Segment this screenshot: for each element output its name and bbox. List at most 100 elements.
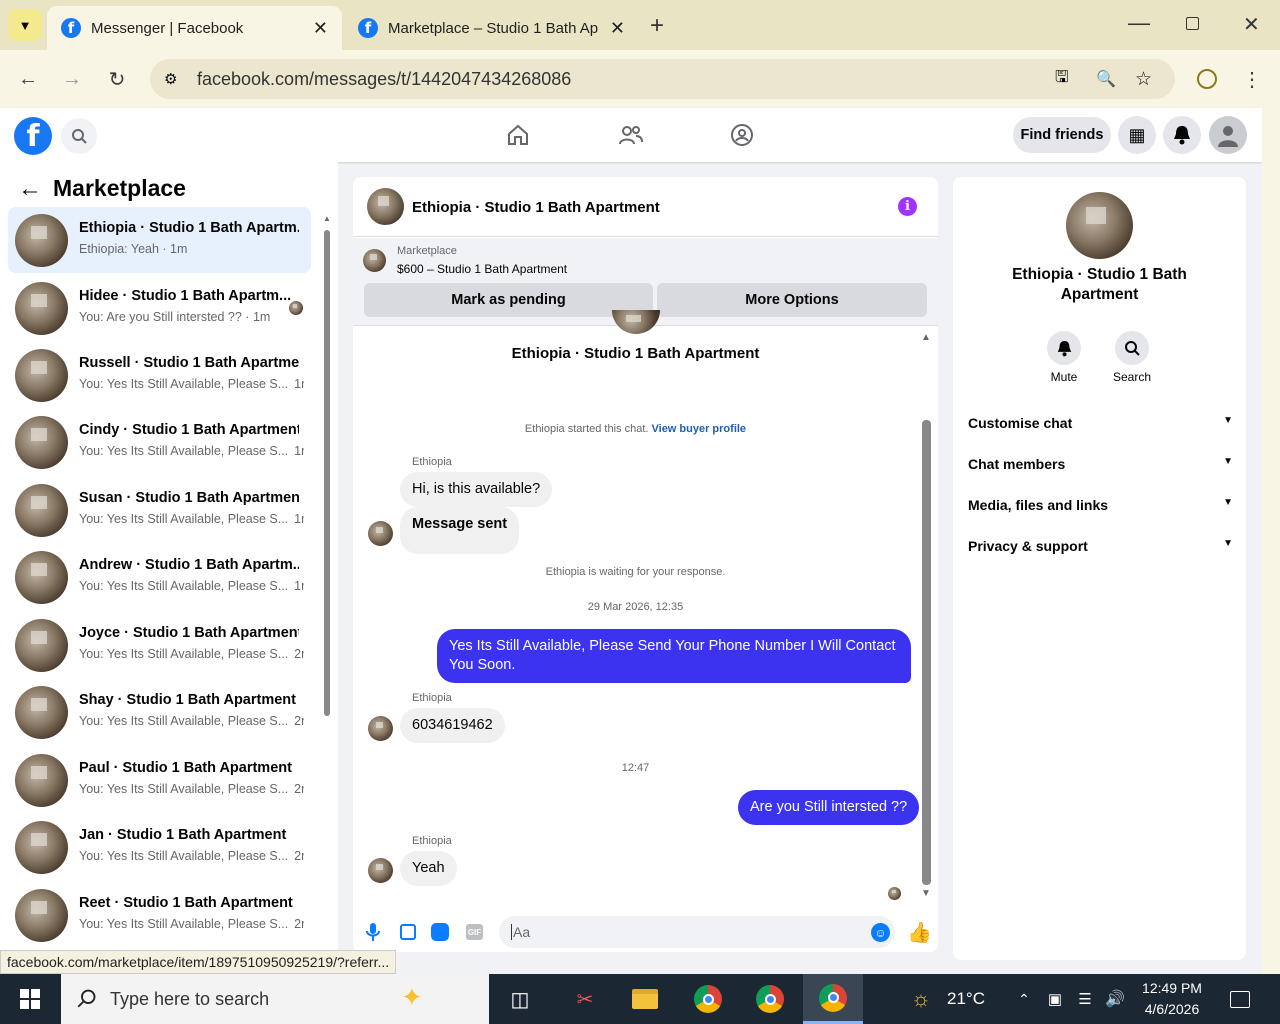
conversation-preview: You: Yes Its Still Available, Please S..… <box>79 444 304 458</box>
start-button[interactable] <box>0 974 60 1024</box>
conversation-preview-text: You: Yes Its Still Available, Please S..… <box>79 377 289 391</box>
conversation-item[interactable]: Reet · Studio 1 Bath Apartment You: Yes I… <box>8 882 311 948</box>
zoom-icon[interactable]: 🔍 <box>1096 69 1116 89</box>
back-arrow-icon[interactable]: ← <box>18 175 42 203</box>
weather-temperature[interactable]: 21°C <box>940 974 992 1024</box>
chrome-icon[interactable] <box>685 974 731 1024</box>
conversation-item[interactable]: Susan · Studio 1 Bath Apartment You: Yes … <box>8 477 311 543</box>
conversation-name: Reet · Studio 1 Bath Apartment <box>79 895 293 911</box>
tab-messenger[interactable]: f Messenger | Facebook ✕ <box>47 6 342 50</box>
chat-scrollbar[interactable]: ▲ ▼ <box>920 332 934 902</box>
home-icon[interactable] <box>506 123 530 147</box>
hidden-icons-chevron-icon[interactable]: ⌃ <box>1013 974 1035 1024</box>
windows-taskbar: Type here to search ✦ ◫ ✂ ☼ 21°C ⌃ ▣ ☰ 🔊… <box>0 974 1280 1024</box>
chrome-profile-icon[interactable] <box>747 974 793 1024</box>
meet-now-icon[interactable]: ▣ <box>1043 974 1067 1024</box>
listing-title[interactable]: $600 – Studio 1 Bath Apartment <box>397 262 567 276</box>
profile-icon[interactable] <box>1190 62 1224 96</box>
friends-icon[interactable] <box>618 123 644 147</box>
find-friends-button[interactable]: Find friends <box>1013 117 1111 153</box>
snipping-tool-icon[interactable]: ✂ <box>562 974 608 1024</box>
browser-menu-icon[interactable]: ⋮ <box>1235 62 1269 96</box>
mark-as-pending-button[interactable]: Mark as pending <box>364 283 653 317</box>
gif-icon[interactable]: GIF <box>466 924 483 940</box>
section-chat-members[interactable]: Chat members ▼ <box>968 456 1233 472</box>
close-tab-icon[interactable]: ✕ <box>313 18 328 39</box>
listing-thumbnail[interactable] <box>363 249 386 272</box>
notifications-bell-icon[interactable] <box>1163 116 1201 154</box>
search-icon[interactable] <box>61 118 97 154</box>
forward-button[interactable]: → <box>55 62 89 96</box>
message-input[interactable]: Aa ☺ <box>499 916 895 948</box>
conversation-preview: Ethiopia: Yeah · 1m <box>79 242 304 256</box>
volume-icon[interactable]: 🔊 <box>1102 974 1128 1024</box>
install-app-icon[interactable]: 🖫 <box>1055 66 1069 93</box>
tab-marketplace[interactable]: f Marketplace – Studio 1 Bath Ap ✕ <box>344 6 639 50</box>
microphone-icon[interactable] <box>366 923 380 941</box>
new-tab-button[interactable]: + <box>650 12 664 40</box>
groups-icon[interactable] <box>730 123 754 147</box>
file-explorer-icon[interactable] <box>622 974 668 1024</box>
sticker-icon[interactable] <box>431 923 449 941</box>
info-icon[interactable]: i <box>898 197 917 216</box>
close-window-button[interactable]: ✕ <box>1243 12 1260 37</box>
emoji-icon[interactable]: ☺ <box>871 923 890 942</box>
section-media-files-links[interactable]: Media, files and links ▼ <box>968 497 1233 513</box>
chat-title[interactable]: Ethiopia · Studio 1 Bath Apartment <box>412 199 660 216</box>
sidebar-scrollbar[interactable]: ▲ <box>322 214 332 716</box>
conversation-item[interactable]: Shay · Studio 1 Bath Apartment You: Yes I… <box>8 679 311 745</box>
weather-icon[interactable]: ☼ <box>903 974 939 1024</box>
conversation-item[interactable]: Joyce · Studio 1 Bath Apartment You: Yes … <box>8 612 311 678</box>
task-view-icon[interactable]: ◫ <box>497 974 543 1024</box>
page-scrollbar[interactable] <box>1262 108 1280 974</box>
chrome-active-icon[interactable] <box>803 974 863 1024</box>
close-tab-icon[interactable]: ✕ <box>610 18 625 39</box>
details-avatar[interactable] <box>1066 192 1133 259</box>
site-settings-icon[interactable]: ⚙ <box>164 70 177 88</box>
network-icon[interactable]: ☰ <box>1073 974 1097 1024</box>
search-icon[interactable] <box>1115 331 1149 365</box>
chat-avatar[interactable] <box>367 188 404 225</box>
tab-search-button[interactable]: ▼ <box>8 9 42 41</box>
menu-grid-icon[interactable]: ▦ <box>1118 116 1156 154</box>
conversation-item[interactable]: Jan · Studio 1 Bath Apartment You: Yes It… <box>8 814 311 880</box>
more-options-button[interactable]: More Options <box>657 283 927 317</box>
conversation-item[interactable]: Paul · Studio 1 Bath Apartment You: Yes I… <box>8 747 311 813</box>
message-bubble-outgoing[interactable]: Yes Its Still Available, Please Send You… <box>437 629 911 683</box>
conversation-preview: You: Yes Its Still Available, Please S..… <box>79 782 304 796</box>
facebook-logo[interactable]: f <box>14 117 52 155</box>
chat-panel: Ethiopia · Studio 1 Bath Apartment i Mar… <box>353 177 938 952</box>
notification-center-icon[interactable] <box>1222 974 1258 1024</box>
conversation-item[interactable]: Cindy · Studio 1 Bath Apartment You: Yes … <box>8 409 311 475</box>
conversation-item[interactable]: Hidee · Studio 1 Bath Apartm... You: Are … <box>8 275 311 341</box>
conversation-item[interactable]: Russell · Studio 1 Bath Apartment You: Ye… <box>8 342 311 408</box>
mute-bell-icon[interactable] <box>1047 331 1081 365</box>
message-bubble[interactable]: Yeah <box>400 851 457 886</box>
section-privacy-support[interactable]: Privacy & support ▼ <box>968 538 1233 554</box>
taskbar-search-box[interactable]: Type here to search ✦ <box>61 974 489 1024</box>
search-icon <box>77 989 96 1008</box>
section-customise-chat[interactable]: Customise chat ▼ <box>968 415 1233 431</box>
timestamp: 29 Mar 2026, 12:35 <box>587 601 684 613</box>
bookmark-star-icon[interactable]: ☆ <box>1135 68 1152 91</box>
account-avatar[interactable] <box>1209 116 1247 154</box>
conversation-name: Susan · Studio 1 Bath Apartment <box>79 490 299 506</box>
minimize-window-button[interactable]: — <box>1128 10 1150 36</box>
back-button[interactable]: ← <box>11 62 45 96</box>
message-input-placeholder: Aa <box>511 924 531 940</box>
message-bubble[interactable]: Message sent <box>400 507 520 554</box>
message-bubble[interactable]: Hi, is this available? <box>400 472 553 507</box>
view-buyer-profile-link[interactable]: View buyer profile <box>652 423 747 435</box>
timestamp: 12:47 <box>621 762 650 774</box>
like-thumb-icon[interactable]: 👍 <box>907 920 932 945</box>
message-bubble-outgoing[interactable]: Are you Still intersted ?? <box>738 790 920 825</box>
message-bubble[interactable]: 6034619462 <box>400 708 505 743</box>
message-thread: Ethiopia · Studio 1 Bath Apartment Ethio… <box>353 310 938 906</box>
restore-window-button[interactable] <box>1186 17 1199 30</box>
conversation-item[interactable]: Andrew · Studio 1 Bath Apartm... You: Yes… <box>8 544 311 610</box>
reload-button[interactable]: ↻ <box>100 62 134 96</box>
conversation-item[interactable]: Ethiopia · Studio 1 Bath Apartm... Ethiop… <box>8 207 311 273</box>
photo-icon[interactable] <box>400 924 416 940</box>
address-bar[interactable]: ⚙ facebook.com/messages/t/14420474342680… <box>150 59 1175 99</box>
clock[interactable]: 12:49 PM 4/6/2026 <box>1132 978 1212 1020</box>
